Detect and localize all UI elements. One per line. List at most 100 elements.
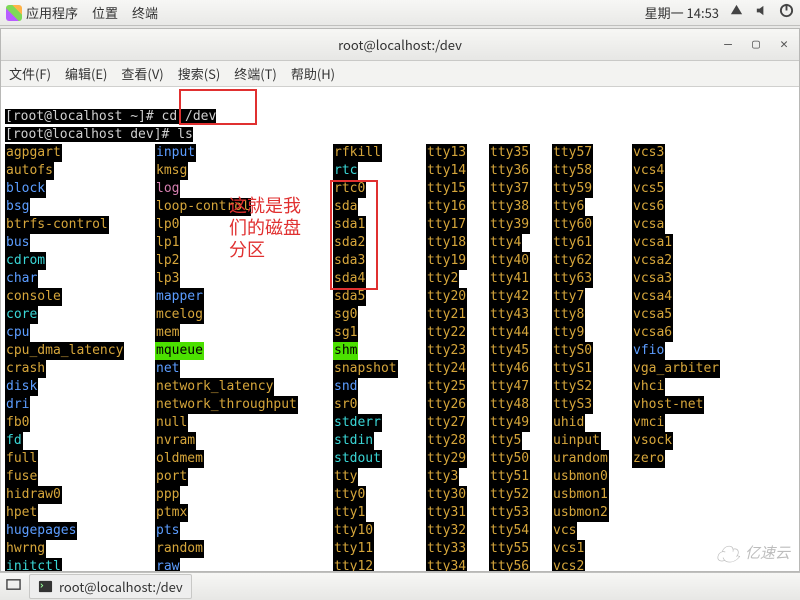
ls-entry: stderr (333, 414, 382, 432)
ls-entry: tty25 (426, 378, 467, 396)
annotation-disk-partition: 这就是我 们的磁盘 分区 (229, 195, 301, 261)
show-desktop-icon[interactable] (6, 577, 21, 596)
ls-entry: char (5, 270, 38, 288)
ls-entry: vfio (632, 342, 665, 360)
window-menubar: 文件(F) 编辑(E) 查看(V) 搜索(S) 终端(T) 帮助(H) (1, 61, 799, 87)
menu-file[interactable]: 文件(F) (9, 64, 51, 83)
terminal-body[interactable]: [root@localhost ~]# cd /dev [root@localh… (1, 87, 799, 571)
ls-entry: log (155, 180, 180, 198)
ls-entry: core (5, 306, 38, 324)
ls-entry: vcsa3 (632, 270, 673, 288)
ls-entry: ttyS1 (552, 360, 593, 378)
ls-entry: tty46 (489, 360, 530, 378)
ls-entry: tty12 (333, 558, 374, 571)
ls-entry: tty37 (489, 180, 530, 198)
ls-entry: vcs1 (552, 540, 585, 558)
highlight-cd-command (179, 89, 257, 125)
ls-entry: mem (155, 324, 180, 342)
taskbar-task-terminal[interactable]: root@localhost:/dev (29, 574, 192, 599)
ls-entry: ttyS2 (552, 378, 593, 396)
ls-entry: ttyS0 (552, 342, 593, 360)
window-minimize-button[interactable]: — (719, 36, 737, 54)
menu-view[interactable]: 查看(V) (121, 64, 163, 83)
ls-entry: mqueue (155, 342, 204, 360)
ls-entry: tty47 (489, 378, 530, 396)
volume-icon[interactable] (754, 3, 769, 22)
ls-entry: input (155, 144, 196, 162)
ls-entry: vcs (552, 522, 577, 540)
ls-entry: network_throughput (155, 396, 298, 414)
ls-entry: tty59 (552, 180, 593, 198)
ls-entry: vcs4 (632, 162, 665, 180)
ls-entry: full (5, 450, 38, 468)
ls-entry: mapper (155, 288, 204, 306)
ls-entry: vcsa6 (632, 324, 673, 342)
ls-entry: tty51 (489, 468, 530, 486)
ls-entry: ppp (155, 486, 180, 504)
ls-column: tty35tty36tty37tty38tty39tty4tty40tty41t… (489, 144, 552, 571)
ls-entry: fd (5, 432, 23, 450)
panel-menu-terminal[interactable]: 终端 (132, 3, 158, 22)
network-icon[interactable] (729, 3, 744, 22)
ls-entry: tty27 (426, 414, 467, 432)
ls-entry: block (5, 180, 46, 198)
ls-entry: tty9 (552, 324, 585, 342)
menu-help[interactable]: 帮助(H) (291, 64, 335, 83)
ls-entry: hidraw0 (5, 486, 62, 504)
ls-entry: usbmon1 (552, 486, 609, 504)
menu-terminal[interactable]: 终端(T) (234, 64, 277, 83)
watermark: ☁ 亿速云 (715, 535, 790, 570)
power-icon[interactable] (779, 3, 794, 22)
ls-entry: tty11 (333, 540, 374, 558)
panel-menu-apps[interactable]: 应用程序 (26, 3, 78, 22)
ls-entry: tty39 (489, 216, 530, 234)
ls-entry: vcs6 (632, 198, 665, 216)
ls-entry: tty35 (489, 144, 530, 162)
ls-column: tty13tty14tty15tty16tty17tty18tty19tty2t… (426, 144, 489, 571)
ls-entry: vcsa4 (632, 288, 673, 306)
ls-column: vcs3vcs4vcs5vcs6vcsavcsa1vcsa2vcsa3vcsa4… (632, 144, 782, 571)
ls-entry: tty43 (489, 306, 530, 324)
ls-entry: tty16 (426, 198, 467, 216)
ls-entry: vmci (632, 414, 665, 432)
ls-entry: tty (333, 468, 358, 486)
ls-entry: autofs (5, 162, 54, 180)
ls-entry: zero (632, 450, 665, 468)
ls-entry: btrfs-control (5, 216, 109, 234)
ls-entry: tty44 (489, 324, 530, 342)
ls-entry: tty56 (489, 558, 530, 571)
ls-entry: tty45 (489, 342, 530, 360)
ls-entry: tty48 (489, 396, 530, 414)
ls-entry: tty4 (489, 234, 522, 252)
window-maximize-button[interactable]: ▢ (747, 36, 765, 54)
ls-entry: tty20 (426, 288, 467, 306)
menu-edit[interactable]: 编辑(E) (65, 64, 107, 83)
ls-entry: raw (155, 558, 180, 571)
ls-entry: tty19 (426, 252, 467, 270)
ls-entry: tty18 (426, 234, 467, 252)
ls-entry: usbmon2 (552, 504, 609, 522)
ls-entry: tty24 (426, 360, 467, 378)
ls-entry: sg1 (333, 324, 358, 342)
ls-entry: lp1 (155, 234, 180, 252)
ls-entry: vsock (632, 432, 673, 450)
window-close-button[interactable]: ✕ (775, 36, 793, 54)
ls-entry: tty63 (552, 270, 593, 288)
ls-entry: sg0 (333, 306, 358, 324)
ls-entry: cpu_dma_latency (5, 342, 124, 360)
ls-entry: tty40 (489, 252, 530, 270)
ls-entry: ptmx (155, 504, 188, 522)
ls-entry: tty60 (552, 216, 593, 234)
ls-entry: crash (5, 360, 46, 378)
ls-entry: tty7 (552, 288, 585, 306)
ls-entry: tty32 (426, 522, 467, 540)
menu-search[interactable]: 搜索(S) (178, 64, 221, 83)
panel-menu-places[interactable]: 位置 (92, 3, 118, 22)
ls-entry: cpu (5, 324, 30, 342)
window-title: root@localhost:/dev (338, 35, 462, 54)
prompt-line-2: [root@localhost dev]# ls (5, 127, 193, 142)
window-titlebar: root@localhost:/dev — ▢ ✕ (1, 29, 799, 61)
ls-entry: vcsa5 (632, 306, 673, 324)
ls-entry: initctl (5, 558, 62, 571)
ls-entry: tty41 (489, 270, 530, 288)
